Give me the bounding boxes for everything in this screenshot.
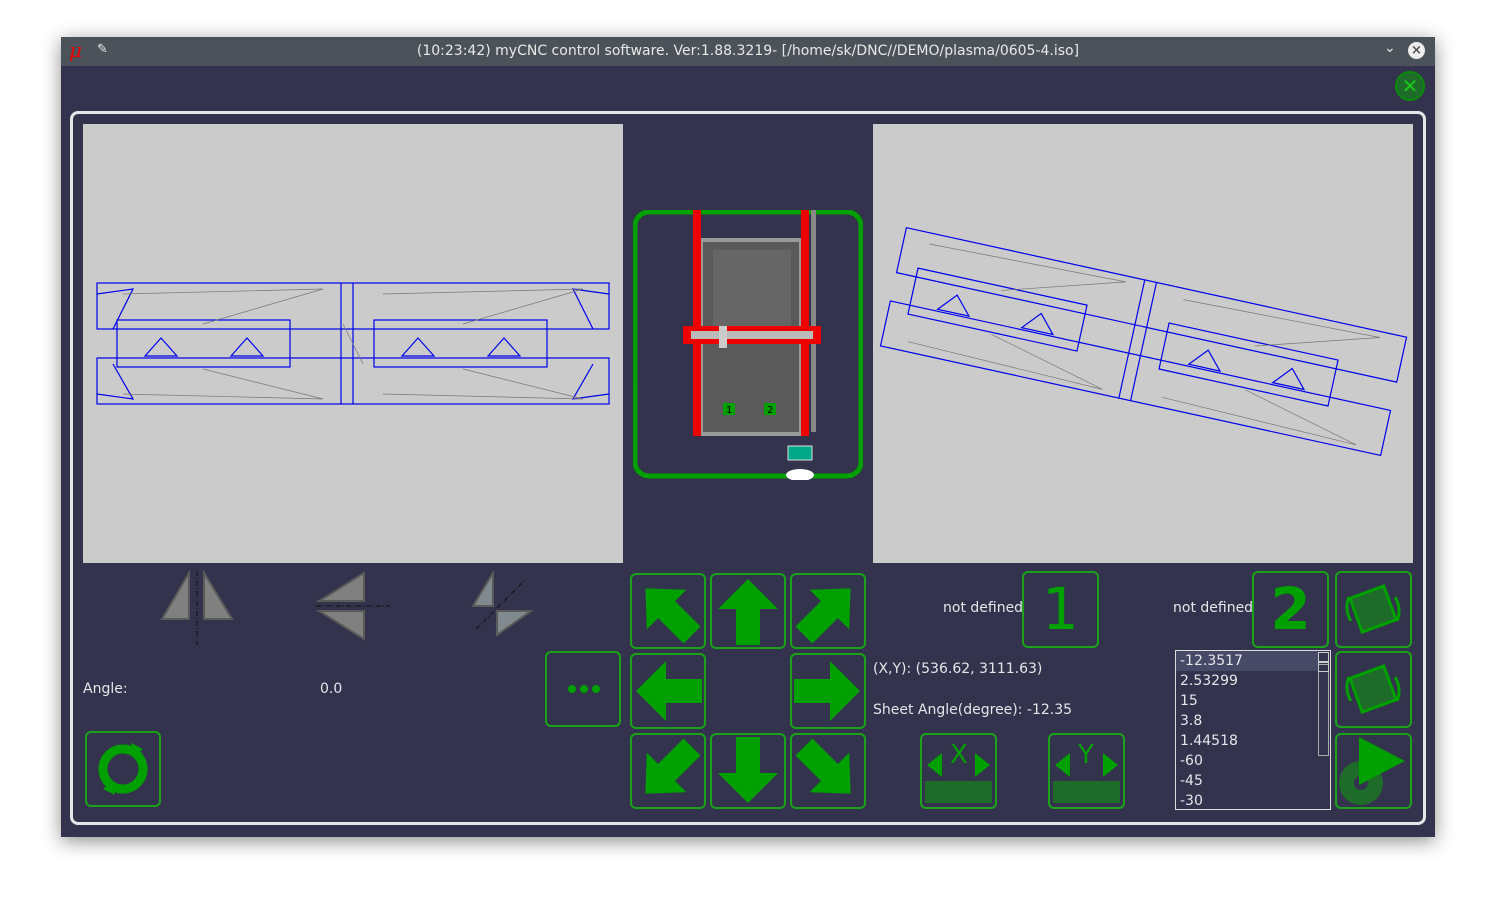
marker-2-label: 2 <box>767 405 773 416</box>
exit-button[interactable]: ✕ <box>1395 71 1425 101</box>
jog-down-left-button[interactable] <box>630 733 706 809</box>
angle-list[interactable]: -12.3517 2.53299 15 3.8 1.44518 -60 -45 … <box>1175 650 1331 810</box>
arrow-down-icon <box>718 737 778 803</box>
original-drawing-view[interactable] <box>83 124 623 563</box>
jog-down-right-button[interactable] <box>790 733 866 809</box>
angle-value: 0.0 <box>320 681 343 697</box>
angle-label: Angle: <box>83 681 128 697</box>
window-title: (10:23:42) myCNC control software. Ver:1… <box>416 43 1080 59</box>
jog-up-left-button[interactable] <box>630 573 706 649</box>
measure-y-label: Y <box>1077 740 1094 770</box>
rotated-parts-drawing <box>879 226 1408 457</box>
chevron-down-icon[interactable]: ⌄ <box>1384 40 1396 56</box>
machine-diagram: 1 2 <box>632 208 864 481</box>
rotate-sheet-button[interactable] <box>1335 571 1412 648</box>
jog-up-right-button[interactable] <box>790 573 866 649</box>
list-item[interactable]: 1.44518 <box>1176 731 1330 751</box>
apply-run-button[interactable] <box>1335 733 1412 809</box>
ellipsis-icon <box>568 685 600 693</box>
arrow-up-icon <box>718 579 778 645</box>
measure-x-icon: X <box>925 740 992 803</box>
app-window: μ ✎ (10:23:42) myCNC control software. V… <box>61 37 1435 837</box>
jog-right-button[interactable] <box>790 653 866 729</box>
more-options-button[interactable] <box>545 651 621 727</box>
list-item[interactable]: -60 <box>1176 751 1330 771</box>
point2-status: not defined <box>1173 600 1254 616</box>
measure-x-label: X <box>950 740 968 770</box>
original-parts-drawing <box>96 282 610 405</box>
list-item[interactable]: -12.3517 <box>1176 651 1318 671</box>
jog-up-button[interactable] <box>710 573 786 649</box>
title-bar: μ ✎ (10:23:42) myCNC control software. V… <box>61 37 1435 66</box>
arrow-down-right-icon <box>795 738 851 794</box>
measure-y-button[interactable]: Y <box>1048 733 1125 809</box>
transformed-drawing-view[interactable] <box>873 124 1413 563</box>
mirror-diagonal-icon[interactable] <box>471 571 536 639</box>
list-item[interactable]: 15 <box>1176 691 1330 711</box>
arrow-right-icon <box>794 661 860 721</box>
list-item[interactable]: 2.53299 <box>1176 671 1330 691</box>
measure-y-icon: Y <box>1053 740 1120 803</box>
rotate-sheet-icon <box>1345 584 1401 634</box>
jog-down-button[interactable] <box>710 733 786 809</box>
reset-rotation-button[interactable] <box>85 731 161 807</box>
arrow-left-icon <box>636 661 702 721</box>
rotate-sheet-alt-icon <box>1345 664 1401 714</box>
scrollbar[interactable] <box>1314 652 1329 756</box>
jog-left-button[interactable] <box>630 653 706 729</box>
set-point-2-button[interactable]: 2 <box>1252 571 1329 648</box>
mirror-vertical-icon[interactable] <box>316 571 391 643</box>
mirror-horizontal-icon[interactable] <box>159 569 239 647</box>
play-icon <box>1339 737 1405 805</box>
arrow-down-left-icon <box>645 738 701 794</box>
arrow-up-left-icon <box>645 588 701 644</box>
list-item[interactable]: -45 <box>1176 771 1330 791</box>
close-icon[interactable]: × <box>1408 42 1425 59</box>
set-point-1-button[interactable]: 1 <box>1022 571 1099 648</box>
xy-readout: (X,Y): (536.62, 3111.63) <box>873 661 1043 677</box>
list-item[interactable]: -30 <box>1176 791 1330 811</box>
list-item[interactable]: 3.8 <box>1176 711 1330 731</box>
marker-1-label: 1 <box>726 405 732 416</box>
rotate-sheet-alt-button[interactable] <box>1335 651 1412 728</box>
point1-status: not defined <box>943 600 1024 616</box>
sheet-angle-readout: Sheet Angle(degree): -12.35 <box>873 702 1073 718</box>
refresh-icon <box>98 743 148 795</box>
arrow-up-right-icon <box>795 588 851 644</box>
measure-x-button[interactable]: X <box>920 733 997 809</box>
